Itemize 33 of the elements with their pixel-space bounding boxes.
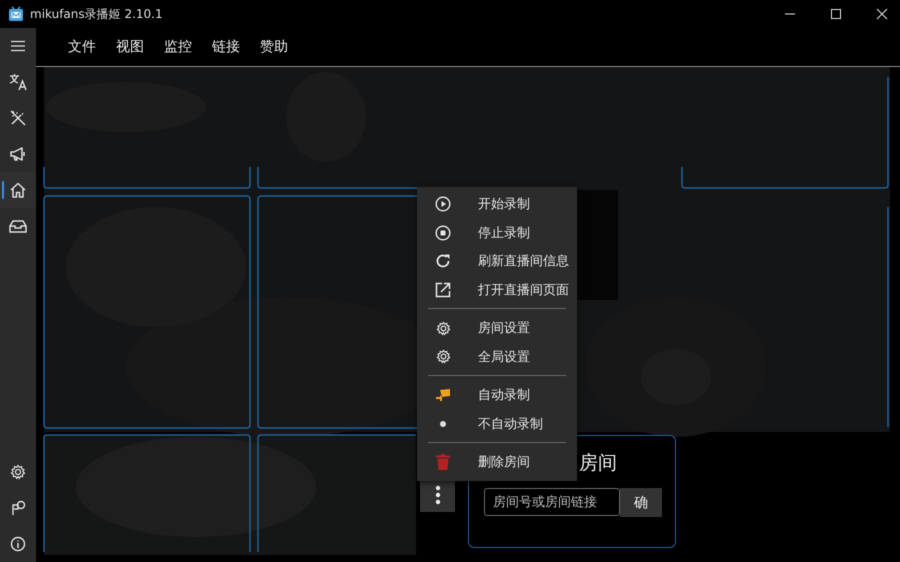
trash-icon (436, 454, 450, 470)
menu-item[interactable]: 全局设置 (417, 342, 577, 371)
menu-item[interactable]: 房间设置 (417, 314, 577, 342)
more-vertical-icon (434, 485, 440, 505)
menu-item[interactable]: 链接 (212, 38, 240, 56)
menu-item[interactable]: 停止录制 (417, 218, 577, 247)
play-circle-icon (435, 196, 451, 212)
settings-icon (436, 320, 450, 336)
camera-icon (435, 388, 451, 402)
home-icon[interactable] (0, 172, 36, 208)
menu-item[interactable]: 删除房间 (417, 448, 577, 476)
menu-item[interactable]: 文件 (68, 38, 96, 56)
menu-item[interactable]: 打开直播间页面 (417, 276, 577, 304)
maximize-icon[interactable] (830, 8, 842, 20)
menu-item[interactable]: 视图 (116, 38, 144, 56)
refresh-icon (435, 253, 451, 270)
card-title: 房间 (579, 451, 617, 476)
bullet-icon (440, 420, 446, 427)
window-title: mikufans录播姬 2.10.1 (30, 6, 163, 22)
confirm-button[interactable]: 确 (620, 488, 662, 517)
menu-item[interactable]: 不自动录制 (417, 410, 577, 438)
stop-circle-icon (435, 224, 451, 241)
menu-item[interactable]: 自动录制 (417, 381, 577, 410)
external-link-icon (435, 282, 451, 298)
app-logo-icon (8, 6, 24, 22)
more-button[interactable] (420, 478, 455, 512)
settings-icon (436, 349, 450, 364)
menu-item[interactable]: 刷新直播间信息 (417, 247, 577, 276)
room-input-field[interactable]: 房间号或房间链接 (484, 488, 620, 516)
menu-item[interactable]: 开始录制 (417, 190, 577, 218)
menu-item[interactable]: 赞助 (260, 38, 288, 56)
menu-item[interactable]: 监控 (164, 38, 192, 56)
close-icon[interactable] (876, 8, 888, 20)
